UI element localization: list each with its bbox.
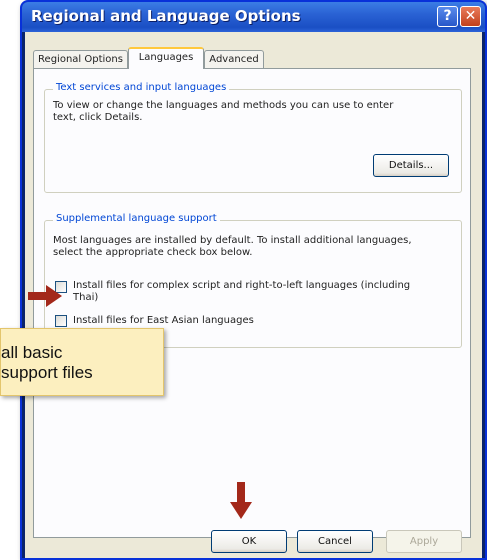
help-icon: ? bbox=[443, 8, 452, 24]
east-asian-label[interactable]: Install files for East Asian languages bbox=[73, 315, 254, 327]
supplemental-group-title: Supplemental language support bbox=[53, 213, 220, 224]
text-services-group: Text services and input languages To vie… bbox=[44, 82, 462, 193]
description-line: text, click Details. bbox=[53, 112, 143, 123]
description-line: Most languages are installed by default.… bbox=[53, 235, 412, 246]
callout-text: all basic support files bbox=[1, 343, 151, 383]
arrow-shape bbox=[230, 482, 252, 519]
arrow-right-icon bbox=[28, 285, 62, 307]
callout-note: all basic support files bbox=[0, 328, 164, 396]
tab-label: Regional Options bbox=[38, 54, 123, 65]
supplemental-description: Most languages are installed by default.… bbox=[53, 235, 412, 259]
tab-label: Advanced bbox=[209, 54, 259, 65]
apply-button: Apply bbox=[386, 530, 462, 553]
close-icon: ✕ bbox=[464, 8, 477, 24]
east-asian-checkbox[interactable] bbox=[55, 315, 67, 327]
arrow-shape bbox=[28, 285, 62, 307]
details-button[interactable]: Details... bbox=[373, 154, 449, 177]
label-line: Thai) bbox=[73, 292, 99, 303]
dialog-client-area: Regional Options Languages Advanced Text… bbox=[25, 32, 482, 558]
close-button[interactable]: ✕ bbox=[460, 6, 481, 27]
tab-advanced[interactable]: Advanced bbox=[204, 50, 264, 68]
label-line: Install files for complex script and rig… bbox=[73, 280, 411, 291]
dialog-window: Regional and Language Options ? ✕ Region… bbox=[20, 0, 487, 560]
description-line: To view or change the languages and meth… bbox=[53, 100, 394, 111]
ok-button[interactable]: OK bbox=[211, 530, 287, 553]
cancel-button[interactable]: Cancel bbox=[297, 530, 373, 553]
arrow-down-icon bbox=[230, 482, 252, 519]
window-title: Regional and Language Options bbox=[31, 7, 301, 25]
description-line: select the appropriate check box below. bbox=[53, 247, 253, 258]
complex-script-label[interactable]: Install files for complex script and rig… bbox=[73, 280, 410, 304]
tab-label: Languages bbox=[138, 52, 194, 63]
callout-line: all basic bbox=[1, 343, 63, 362]
title-bar[interactable]: Regional and Language Options ? ✕ bbox=[22, 2, 485, 32]
tab-languages[interactable]: Languages bbox=[128, 47, 204, 69]
callout-line: support files bbox=[1, 363, 93, 382]
languages-tab-panel: Text services and input languages To vie… bbox=[33, 68, 471, 538]
text-services-description: To view or change the languages and meth… bbox=[53, 100, 393, 124]
text-services-group-title: Text services and input languages bbox=[53, 82, 230, 93]
help-button[interactable]: ? bbox=[437, 6, 458, 27]
tab-regional-options[interactable]: Regional Options bbox=[33, 50, 128, 68]
